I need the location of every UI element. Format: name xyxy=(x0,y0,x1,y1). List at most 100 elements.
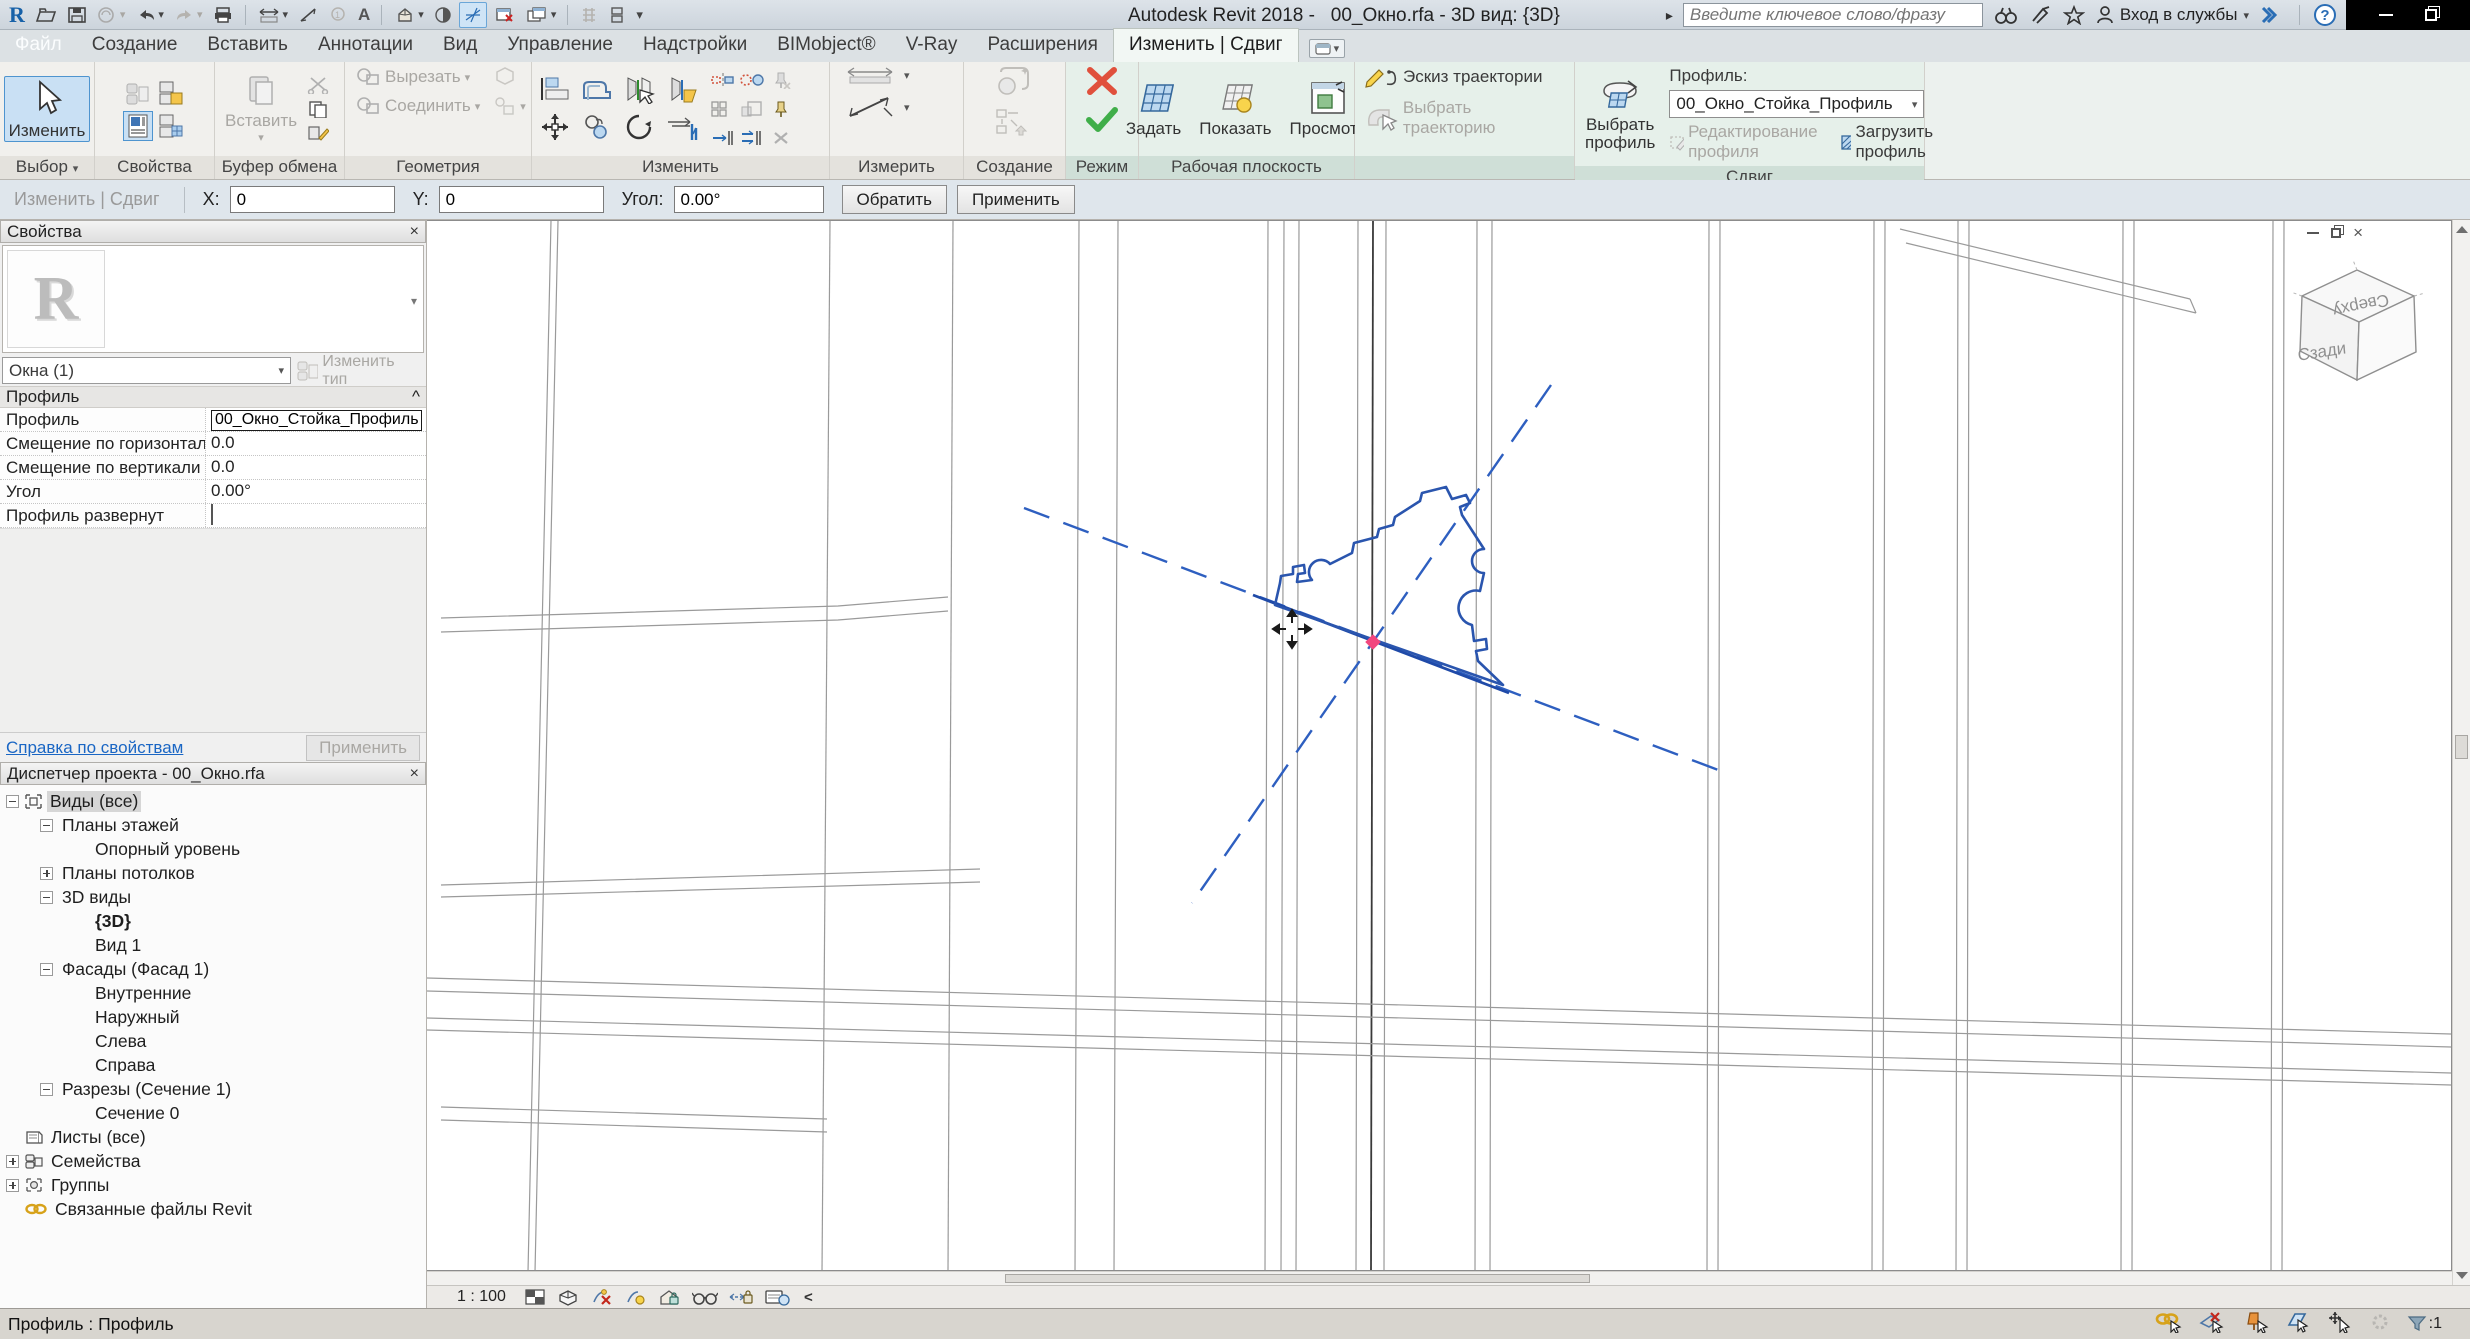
vertical-scroll-thumb[interactable] xyxy=(2455,735,2468,759)
split-with-gap-icon[interactable] xyxy=(666,76,702,104)
tree-item-view1[interactable]: Вид 1 xyxy=(0,933,426,957)
measure-between-points-button[interactable]: ▾ xyxy=(844,94,910,120)
measure-dimension-button[interactable]: ▾ xyxy=(844,66,910,84)
collapse-expander[interactable] xyxy=(6,795,19,808)
schedule-grid-icon[interactable] xyxy=(576,2,602,28)
cancel-sketch-icon[interactable] xyxy=(1085,66,1119,96)
redo-icon[interactable]: ▾ xyxy=(171,2,206,28)
project-browser-header[interactable]: Диспетчер проекта - 00_Окно.rfa × xyxy=(0,762,426,785)
property-row-angle[interactable]: Угол 0.00° xyxy=(0,480,426,504)
view-close-icon[interactable]: × xyxy=(2353,226,2363,240)
panel-clipboard-label[interactable]: Буфер обмена xyxy=(215,156,344,179)
split-element-icon[interactable] xyxy=(622,76,658,104)
paste-button[interactable]: Вставить ▾ xyxy=(221,71,301,146)
tab-annotate[interactable]: Аннотации xyxy=(303,29,428,62)
delete-icon[interactable] xyxy=(768,125,794,151)
profile-value-input[interactable] xyxy=(211,410,422,431)
select-underlay-icon[interactable] xyxy=(2199,1311,2227,1338)
panel-measure-label[interactable]: Измерить xyxy=(830,156,963,179)
type-selector[interactable]: R ▾ xyxy=(2,245,424,353)
mirror-pick-icon[interactable] xyxy=(739,67,765,93)
measure-icon[interactable]: ▾ xyxy=(254,2,291,28)
text-icon[interactable]: A xyxy=(355,2,373,28)
angle-input[interactable] xyxy=(674,186,824,213)
select-faces-icon[interactable] xyxy=(2285,1311,2311,1338)
create-similar-icon[interactable] xyxy=(993,66,1037,100)
trim-extend-corner-icon[interactable] xyxy=(666,112,702,142)
horizontal-scroll-thumb[interactable] xyxy=(1005,1274,1590,1283)
open-icon[interactable] xyxy=(32,2,60,28)
tab-addins[interactable]: Надстройки xyxy=(628,29,762,62)
tree-item-3d[interactable]: {3D} xyxy=(0,909,426,933)
panel-properties-label[interactable]: Свойства xyxy=(95,156,214,179)
tree-item-elevations[interactable]: Фасады (Фасад 1) xyxy=(0,957,426,981)
tree-item-floor-plans[interactable]: Планы этажей xyxy=(0,813,426,837)
finish-sketch-icon[interactable] xyxy=(1085,106,1119,132)
background-processes-icon[interactable] xyxy=(2369,1311,2391,1338)
collapse-vcb-icon[interactable]: < xyxy=(804,1289,813,1306)
cut-geometry-button[interactable]: Вырезать▾ xyxy=(355,66,518,88)
tree-item-ceiling-plans[interactable]: Планы потолков xyxy=(0,861,426,885)
sun-path-icon[interactable] xyxy=(590,1288,614,1306)
collapse-expander[interactable] xyxy=(40,963,53,976)
family-category-icon[interactable] xyxy=(156,78,186,108)
tree-item-revit-links[interactable]: Связанные файлы Revit xyxy=(0,1197,426,1221)
properties-apply-button[interactable]: Применить xyxy=(306,735,420,761)
thin-lines-icon[interactable] xyxy=(459,2,487,28)
switch-windows-icon[interactable]: ▾ xyxy=(523,2,560,28)
sign-in-control[interactable]: Вход в службы ▾ xyxy=(2095,5,2249,25)
tree-item-3d-views[interactable]: 3D виды xyxy=(0,885,426,909)
trim-extend-multiple-icon[interactable] xyxy=(739,125,765,151)
modify-button[interactable]: Изменить xyxy=(4,76,91,143)
edit-profile-button[interactable]: Редактирование профиля xyxy=(1669,122,1825,162)
close-hidden-windows-icon[interactable] xyxy=(491,2,519,28)
tree-item-section0[interactable]: Сечение 0 xyxy=(0,1101,426,1125)
sync-with-central-icon[interactable]: ▾ xyxy=(94,2,129,28)
search-binoculars-icon[interactable] xyxy=(1993,5,2019,25)
horizontal-scrollbar[interactable] xyxy=(427,1271,2452,1285)
search-input[interactable] xyxy=(1683,3,1983,27)
pin-icon[interactable] xyxy=(768,96,794,122)
view-minimize-icon[interactable] xyxy=(2307,232,2319,234)
tree-item-left[interactable]: Слева xyxy=(0,1029,426,1053)
copy-element-icon[interactable] xyxy=(580,114,614,140)
undo-icon[interactable]: ▾ xyxy=(132,2,167,28)
tree-item-sections[interactable]: Разрезы (Сечение 1) xyxy=(0,1077,426,1101)
copy-icon[interactable] xyxy=(307,100,329,118)
temporary-hide-isolate-icon[interactable] xyxy=(692,1288,718,1306)
rotate-icon[interactable] xyxy=(622,112,658,142)
property-group-header[interactable]: Профиль ^ xyxy=(0,386,426,408)
minimize-icon[interactable] xyxy=(2379,14,2393,16)
tree-item-right[interactable]: Справа xyxy=(0,1053,426,1077)
reveal-constraints-icon[interactable] xyxy=(728,1288,754,1306)
flipped-checkbox[interactable] xyxy=(211,504,213,525)
tab-extensions[interactable]: Расширения xyxy=(972,29,1113,62)
temporary-view-properties-icon[interactable] xyxy=(764,1288,790,1306)
workplane-show-button[interactable]: Показать xyxy=(1195,79,1275,140)
move-icon[interactable] xyxy=(538,112,572,142)
tile-windows-icon[interactable] xyxy=(606,2,628,28)
expand-expander[interactable] xyxy=(40,867,53,880)
collapse-expander[interactable] xyxy=(40,891,53,904)
tree-item-sheets[interactable]: Листы (все) xyxy=(0,1125,426,1149)
collapse-expander[interactable] xyxy=(40,1083,53,1096)
exchange-apps-icon[interactable] xyxy=(2259,5,2285,25)
restore-icon[interactable] xyxy=(2425,9,2437,21)
revit-app-icon[interactable]: R xyxy=(6,2,28,28)
family-types-icon[interactable] xyxy=(123,78,153,108)
apply-button[interactable]: Применить xyxy=(957,185,1075,214)
select-links-icon[interactable] xyxy=(2155,1311,2183,1338)
shadows-icon[interactable] xyxy=(624,1288,648,1306)
sketch-trajectory-button[interactable]: Эскиз траектории xyxy=(1365,66,1542,88)
print-icon[interactable] xyxy=(209,2,237,28)
align-icon[interactable] xyxy=(538,76,572,102)
edit-type-button[interactable]: Изменить тип xyxy=(294,357,424,384)
tab-create[interactable]: Создание xyxy=(77,29,193,62)
view-restore-icon[interactable] xyxy=(2331,228,2341,238)
view-cube[interactable]: Сверху Сзади xyxy=(2281,256,2436,416)
properties-header[interactable]: Свойства × xyxy=(0,220,426,243)
panel-create-label[interactable]: Создание xyxy=(964,156,1065,179)
aligned-dimension-icon[interactable] xyxy=(295,2,321,28)
match-type-icon[interactable] xyxy=(307,124,329,142)
select-pinned-icon[interactable] xyxy=(2243,1311,2269,1338)
